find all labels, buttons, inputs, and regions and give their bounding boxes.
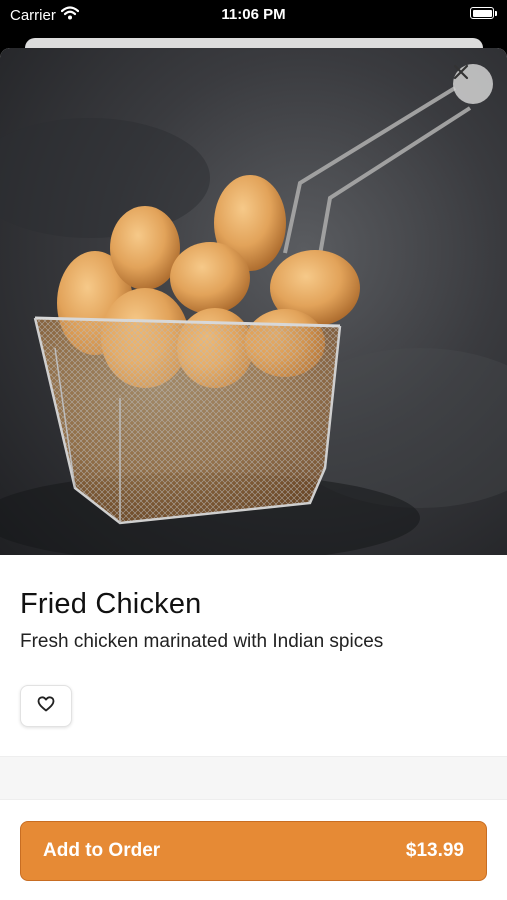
add-to-order-button[interactable]: Add to Order $13.99 bbox=[20, 821, 487, 881]
status-bar: Carrier 11:06 PM bbox=[0, 0, 507, 36]
battery-icon bbox=[470, 7, 497, 19]
status-time: 11:06 PM bbox=[221, 6, 286, 23]
section-divider bbox=[0, 756, 507, 800]
item-title: Fried Chicken bbox=[20, 588, 202, 620]
add-to-order-label: Add to Order bbox=[43, 840, 161, 861]
price-label: $13.99 bbox=[405, 840, 464, 861]
item-detail-sheet: Fried Chicken Fresh chicken marinated wi… bbox=[0, 48, 507, 900]
favorite-button[interactable] bbox=[20, 685, 72, 727]
item-image bbox=[0, 48, 507, 555]
item-description: Fresh chicken marinated with Indian spic… bbox=[20, 631, 384, 652]
heart-icon bbox=[37, 695, 55, 717]
close-button[interactable] bbox=[453, 64, 493, 104]
